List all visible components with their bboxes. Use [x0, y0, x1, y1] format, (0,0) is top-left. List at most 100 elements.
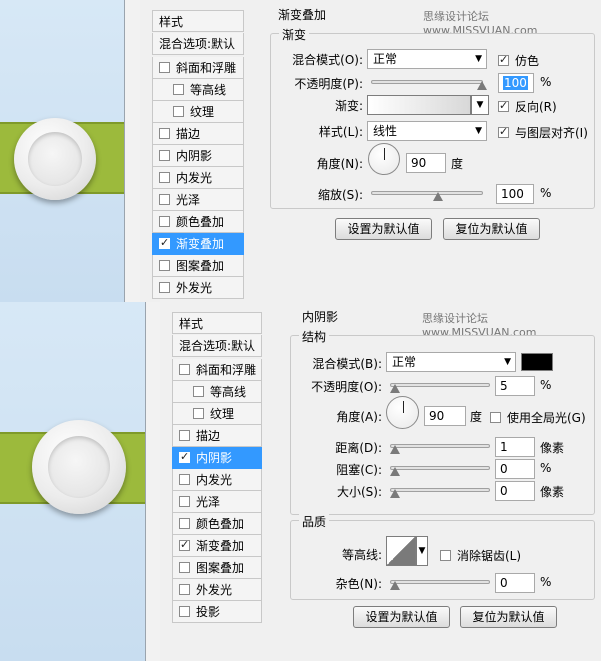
checkbox-icon[interactable]: [173, 84, 184, 95]
style-item[interactable]: 颜色叠加: [172, 513, 262, 535]
shadow-color-swatch[interactable]: [521, 353, 553, 371]
contour-label: 等高线:: [341, 548, 382, 562]
opacity-slider[interactable]: [371, 78, 487, 90]
checkbox-icon[interactable]: [179, 364, 190, 375]
checkbox-icon[interactable]: [179, 450, 190, 463]
contour-picker-button[interactable]: ▼: [416, 536, 428, 566]
checkbox-icon[interactable]: [193, 386, 204, 397]
style-item[interactable]: 纹理: [172, 403, 262, 425]
size-slider[interactable]: [390, 486, 490, 498]
style-item[interactable]: 渐变叠加: [152, 233, 244, 255]
distance-slider[interactable]: [390, 442, 490, 454]
style-item[interactable]: 内阴影: [172, 447, 262, 469]
size-input[interactable]: 0: [495, 481, 535, 501]
style-item[interactable]: 光泽: [152, 189, 244, 211]
reset-default-button[interactable]: 复位为默认值: [443, 218, 540, 240]
global-light-checkbox[interactable]: 使用全局光(G): [490, 409, 586, 426]
style-item[interactable]: 外发光: [172, 579, 262, 601]
gradient-group-title: 渐变: [279, 26, 310, 43]
checkbox-icon[interactable]: [173, 106, 184, 117]
angle-dial[interactable]: [386, 396, 419, 429]
opacity-input[interactable]: 100: [498, 73, 534, 93]
noise-slider[interactable]: [390, 578, 490, 590]
checkbox-icon[interactable]: [179, 430, 190, 441]
checkbox-icon[interactable]: [179, 474, 190, 485]
checkbox-icon[interactable]: [193, 408, 204, 419]
distance-label: 距离(D):: [335, 441, 382, 455]
checkbox-icon[interactable]: [159, 216, 170, 227]
noise-input[interactable]: 0: [495, 573, 535, 593]
slider-thumb-icon[interactable]: [390, 384, 400, 393]
angle-input[interactable]: 90: [406, 153, 446, 173]
style-item[interactable]: 颜色叠加: [152, 211, 244, 233]
scale-input[interactable]: 100: [496, 184, 534, 204]
slider-thumb-icon[interactable]: [390, 581, 400, 590]
checkbox-icon[interactable]: [159, 128, 170, 139]
checkbox-icon[interactable]: [159, 236, 170, 249]
antialias-checkbox[interactable]: 消除锯齿(L): [440, 547, 521, 564]
opacity-slider[interactable]: [390, 381, 490, 393]
checkbox-icon[interactable]: [179, 606, 190, 617]
style-item[interactable]: 内发光: [172, 469, 262, 491]
style-item[interactable]: 光泽: [172, 491, 262, 513]
style-select[interactable]: 线性 ▼: [367, 121, 487, 141]
checkbox-icon[interactable]: [159, 172, 170, 183]
style-item[interactable]: 纹理: [152, 101, 244, 123]
blend-options-default[interactable]: 混合选项:默认: [152, 33, 244, 55]
section-title: 渐变叠加: [278, 8, 327, 22]
blend-mode-select[interactable]: 正常 ▼: [386, 352, 516, 372]
style-item[interactable]: 斜面和浮雕: [152, 57, 244, 79]
gradient-picker-button[interactable]: ▼: [471, 95, 489, 115]
style-item[interactable]: 内阴影: [152, 145, 244, 167]
checkbox-icon[interactable]: [179, 562, 190, 573]
set-default-button[interactable]: 设置为默认值: [353, 606, 450, 628]
style-item[interactable]: 图案叠加: [152, 255, 244, 277]
style-item[interactable]: 投影: [172, 601, 262, 623]
blend-mode-select[interactable]: 正常 ▼: [367, 49, 487, 69]
set-default-button[interactable]: 设置为默认值: [335, 218, 432, 240]
style-item[interactable]: 外发光: [152, 277, 244, 299]
scale-value: 100: [501, 187, 524, 201]
quality-group-title: 品质: [299, 513, 330, 530]
slider-thumb-icon[interactable]: [390, 467, 400, 476]
checkbox-icon[interactable]: [159, 150, 170, 161]
distance-input[interactable]: 1: [495, 437, 535, 457]
styles-header[interactable]: 样式: [152, 10, 244, 32]
checkbox-icon[interactable]: [159, 194, 170, 205]
style-item[interactable]: 等高线: [172, 381, 262, 403]
slider-thumb-icon[interactable]: [433, 192, 443, 201]
choke-slider[interactable]: [390, 464, 490, 476]
slider-thumb-icon[interactable]: [390, 445, 400, 454]
choke-input[interactable]: 0: [495, 459, 535, 479]
style-item[interactable]: 内发光: [152, 167, 244, 189]
style-item[interactable]: 图案叠加: [172, 557, 262, 579]
reverse-checkbox[interactable]: 反向(R): [498, 98, 557, 115]
checkbox-icon[interactable]: [159, 282, 170, 293]
style-item[interactable]: 斜面和浮雕: [172, 359, 262, 381]
angle-dial[interactable]: [368, 143, 400, 175]
styles-header[interactable]: 样式: [172, 312, 262, 334]
checkbox-icon[interactable]: [179, 538, 190, 551]
round-button-inner: [28, 132, 82, 186]
checkbox-icon[interactable]: [159, 260, 170, 271]
style-item[interactable]: 渐变叠加: [172, 535, 262, 557]
style-item[interactable]: 描边: [172, 425, 262, 447]
align-with-layer-checkbox[interactable]: 与图层对齐(I): [498, 124, 588, 141]
checkbox-icon[interactable]: [159, 62, 170, 73]
contour-preview[interactable]: [386, 536, 416, 566]
reset-default-button[interactable]: 复位为默认值: [460, 606, 557, 628]
style-item-label: 斜面和浮雕: [176, 61, 237, 75]
opacity-input[interactable]: 5: [495, 376, 535, 396]
scale-slider[interactable]: [371, 189, 483, 201]
gradient-preview[interactable]: [367, 95, 471, 115]
slider-thumb-icon[interactable]: [390, 489, 400, 498]
angle-input[interactable]: 90: [424, 406, 466, 426]
checkbox-icon[interactable]: [179, 518, 190, 529]
checkbox-icon[interactable]: [179, 584, 190, 595]
style-item[interactable]: 等高线: [152, 79, 244, 101]
blend-options-default[interactable]: 混合选项:默认: [172, 335, 262, 357]
dither-checkbox[interactable]: 仿色: [498, 52, 539, 69]
checkbox-icon[interactable]: [179, 496, 190, 507]
slider-thumb-icon[interactable]: [477, 81, 487, 90]
style-item[interactable]: 描边: [152, 123, 244, 145]
